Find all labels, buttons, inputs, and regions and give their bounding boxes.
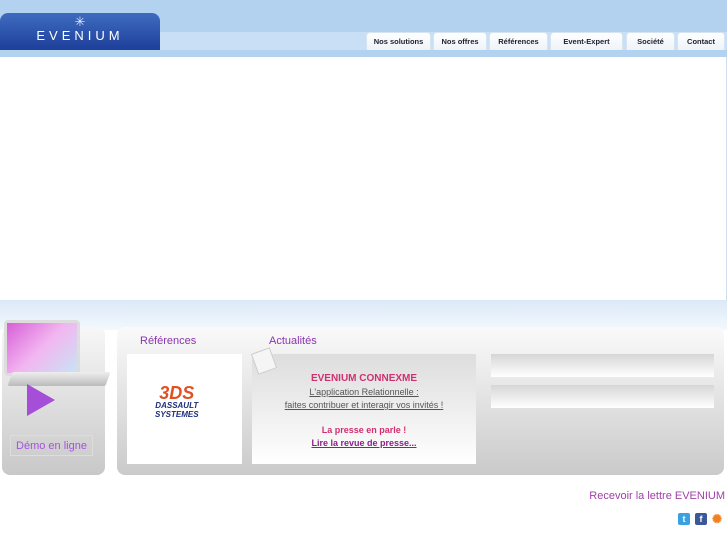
dassault-logo[interactable]: 3DS DASSAULT SYSTEMES (155, 383, 199, 419)
news-link-line1[interactable]: L'application Relationnelle : (252, 386, 476, 399)
press-review-link[interactable]: Lire la revue de presse... (252, 438, 476, 448)
news-box: EVENIUM CONNEXME L'application Relationn… (252, 354, 476, 464)
laptop-screen-image (4, 320, 80, 376)
tab-references[interactable]: Références (489, 32, 548, 50)
tab-nos-offres[interactable]: Nos offres (433, 32, 487, 50)
logo-line1: DASSAULT (155, 401, 199, 410)
demo-button[interactable]: Démo en ligne (10, 435, 93, 456)
news-headline: EVENIUM CONNEXME (310, 373, 418, 384)
tab-societe[interactable]: Société (626, 32, 675, 50)
newsletter-link[interactable]: Recevoir la lettre EVENIUM (589, 490, 725, 502)
play-icon[interactable] (27, 384, 55, 416)
tab-event-expert[interactable]: Event-Expert (550, 32, 623, 50)
main-content-area (0, 57, 727, 300)
news-slot-2 (491, 385, 714, 408)
evenium-logo[interactable]: ✳ EVENIUM (0, 13, 160, 50)
logo-text: EVENIUM (36, 28, 124, 43)
star-icon: ✳ (74, 14, 86, 29)
actualites-title: Actualités (269, 335, 317, 347)
blue-band (0, 300, 727, 330)
references-title: Références (140, 335, 197, 347)
news-slot-1 (491, 354, 714, 377)
tab-contact[interactable]: Contact (677, 32, 725, 50)
logo-line2: SYSTEMES (155, 410, 199, 419)
ds-mark-icon: 3DS (159, 383, 195, 403)
tab-nos-solutions[interactable]: Nos solutions (366, 32, 431, 50)
press-text: La presse en parle ! (321, 425, 407, 435)
news-link-line2[interactable]: faites contribuer et interagir vos invit… (252, 399, 476, 412)
rss-icon[interactable]: ✺ (711, 513, 723, 525)
facebook-icon[interactable]: f (695, 513, 707, 525)
twitter-icon[interactable]: t (678, 513, 690, 525)
laptop-keyboard-image (7, 372, 111, 386)
